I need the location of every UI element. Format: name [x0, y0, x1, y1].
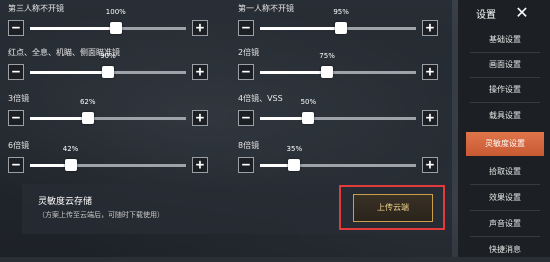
close-icon[interactable]: ✕: [511, 2, 533, 24]
slider-handle[interactable]: [109, 22, 122, 34]
slider-fill: [30, 27, 116, 30]
slider-handle[interactable]: [102, 66, 114, 78]
slider-handle[interactable]: [335, 22, 348, 34]
decrease-button[interactable]: −: [8, 64, 24, 80]
sidebar-item-graphics[interactable]: 画面设置: [466, 53, 544, 77]
slider-red-dot-holo: 红点、全息、机瞄、侧面瞄准镜 − 90% +: [8, 46, 208, 86]
slider-6x-scope: 6倍镜 − 42% +: [8, 139, 208, 179]
slider-row: − 90% +: [8, 52, 208, 82]
slider-value: 35%: [286, 145, 303, 153]
increase-button[interactable]: +: [422, 157, 438, 173]
slider-row: − 62% +: [8, 98, 208, 128]
slider-label: 2倍镜: [238, 48, 260, 57]
slider-row: − 75% +: [238, 52, 438, 82]
increase-button[interactable]: +: [422, 64, 438, 80]
slider-row: − 35% +: [238, 145, 438, 175]
slider-track[interactable]: 35%: [260, 145, 416, 171]
sidebar-item-quick-messages[interactable]: 快捷消息: [466, 238, 544, 262]
slider-row: − 50% +: [238, 98, 438, 128]
slider-handle[interactable]: [321, 66, 334, 78]
slider-handle[interactable]: [288, 159, 301, 171]
increase-button[interactable]: +: [192, 110, 208, 126]
slider-value: 100%: [105, 8, 126, 16]
slider-track[interactable]: 95%: [260, 8, 416, 34]
decrease-button[interactable]: −: [8, 157, 24, 173]
slider-handle[interactable]: [302, 112, 315, 124]
increase-button[interactable]: +: [192, 64, 208, 80]
slider-label: 6倍镜: [8, 141, 30, 150]
decrease-button[interactable]: −: [8, 110, 24, 126]
slider-fill: [30, 117, 88, 120]
slider-first-person-no-scope: 第一人称不开镜 − 95% +: [238, 2, 438, 42]
upload-to-cloud-button[interactable]: 上传云端: [353, 194, 433, 222]
sidebar-item-audio[interactable]: 声音设置: [466, 212, 544, 236]
slider-track[interactable]: 50%: [260, 98, 416, 124]
decrease-button[interactable]: −: [8, 20, 24, 36]
sidebar-item-effects[interactable]: 效果设置: [466, 186, 544, 210]
slider-2x-scope: 2倍镜 − 75% +: [238, 46, 438, 86]
slider-value: 90%: [100, 52, 116, 60]
slider-label: 第三人称不开镜: [8, 4, 64, 13]
sidebar-item-pickup[interactable]: 拾取设置: [466, 160, 544, 184]
sidebar-item-basic[interactable]: 基础设置: [466, 28, 544, 52]
slider-4x-scope-vss: 4倍镜、VSS − 50% +: [238, 92, 438, 132]
slider-track[interactable]: 100%: [30, 8, 186, 34]
increase-button[interactable]: +: [422, 20, 438, 36]
divider: [470, 236, 540, 237]
increase-button[interactable]: +: [192, 157, 208, 173]
slider-third-person-no-scope: 第三人称不开镜 − 100% +: [8, 2, 208, 42]
slider-fill: [260, 27, 342, 30]
slider-handle[interactable]: [81, 112, 94, 124]
slider-fill: [260, 71, 328, 74]
slider-value: 50%: [300, 98, 317, 106]
slider-handle[interactable]: [64, 159, 77, 171]
increase-button[interactable]: +: [192, 20, 208, 36]
slider-row: − 100% +: [8, 8, 208, 38]
increase-button[interactable]: +: [422, 110, 438, 126]
settings-title: 设置: [476, 10, 496, 21]
decrease-button[interactable]: −: [238, 157, 254, 173]
divider: [470, 184, 540, 185]
cloud-storage-title: 灵敏度云存储: [38, 197, 93, 207]
slider-3x-scope: 3倍镜 − 62% +: [8, 92, 208, 132]
decrease-button[interactable]: −: [238, 64, 254, 80]
slider-label: 3倍镜: [8, 94, 30, 103]
slider-label: 第一人称不开镜: [238, 4, 294, 13]
slider-label: 4倍镜、VSS: [238, 94, 283, 103]
slider-value: 62%: [79, 98, 96, 106]
slider-value: 42%: [62, 145, 79, 153]
slider-value: 75%: [319, 52, 335, 60]
slider-8x-scope: 8倍镜 − 35% +: [238, 139, 438, 179]
sidebar-item-vehicle[interactable]: 载具设置: [466, 104, 544, 128]
slider-value: 95%: [333, 8, 349, 16]
slider-track[interactable]: 75%: [260, 52, 416, 78]
slider-track[interactable]: 42%: [30, 145, 186, 171]
divider: [470, 102, 540, 103]
slider-row: − 95% +: [238, 8, 438, 38]
slider-label: 8倍镜: [238, 141, 260, 150]
divider: [470, 210, 540, 211]
slider-track[interactable]: 62%: [30, 98, 186, 124]
decrease-button[interactable]: −: [238, 110, 254, 126]
cloud-storage-hint: （方案上传至云端后，可随时下载使用）: [38, 211, 164, 219]
slider-row: − 42% +: [8, 145, 208, 175]
slider-fill: [260, 117, 309, 120]
sidebar-item-controls[interactable]: 操作设置: [466, 78, 544, 102]
settings-sidebar: 设置 ✕ 基础设置 画面设置 操作设置 载具设置 灵敏度设置 拾取设置 效果设置…: [458, 0, 550, 257]
sidebar-item-sensitivity[interactable]: 灵敏度设置: [466, 132, 544, 156]
decrease-button[interactable]: −: [238, 20, 254, 36]
slider-fill: [30, 71, 108, 74]
slider-track[interactable]: 90%: [30, 52, 186, 78]
